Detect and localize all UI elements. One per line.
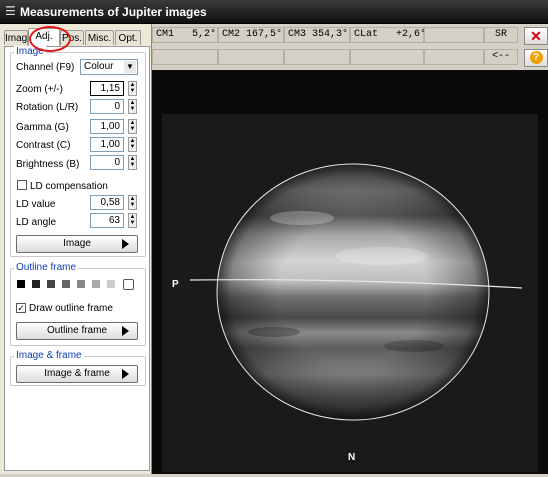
outline-color-swatch[interactable] (77, 280, 85, 288)
tab-image[interactable]: Imag. (4, 30, 30, 45)
ld-angle-label: LD angle (16, 217, 57, 228)
play-arrow-icon (122, 369, 129, 379)
tab-options[interactable]: Opt. (115, 30, 141, 45)
window-title: Measurements of Jupiter images (20, 5, 207, 19)
contrast-spinner[interactable]: ▲ ▼ (128, 137, 137, 152)
gamma-spinner[interactable]: ▲ ▼ (128, 119, 137, 134)
outline-color-swatch[interactable] (32, 280, 40, 288)
zoom-spinner[interactable]: ▲ ▼ (128, 81, 137, 96)
draw-outline-checkbox[interactable]: ✓ (16, 303, 26, 313)
clat-readout: CLat +2,6° (350, 27, 426, 43)
back-button[interactable]: <-- (484, 49, 518, 65)
outline-color-swatch[interactable] (47, 280, 55, 288)
outline-color-swatch[interactable] (107, 280, 115, 288)
brightness-spinner[interactable]: ▲ ▼ (128, 155, 137, 170)
image-frame-apply-button[interactable]: Image & frame (16, 365, 138, 383)
title-bar: ☰ Measurements of Jupiter images (0, 0, 548, 24)
status-empty-3 (218, 49, 284, 65)
image-group-title: Image (14, 46, 46, 57)
ld-value-spinner[interactable]: ▲ ▼ (128, 195, 137, 210)
ld-angle-input[interactable]: 63 (90, 213, 124, 228)
jupiter-image-canvas[interactable] (152, 70, 548, 474)
status-empty-6 (424, 49, 484, 65)
outline-color-swatch[interactable] (92, 280, 100, 288)
ld-compensation-label: LD compensation (30, 181, 108, 192)
cm2-readout: CM2 167,5° (218, 27, 284, 43)
outline-apply-label: Outline frame (46, 325, 108, 336)
pole-p-label: P (172, 279, 179, 290)
gamma-label: Gamma (G) (16, 122, 69, 133)
outline-group-title: Outline frame (14, 262, 79, 273)
tab-adjust[interactable]: Adj. (28, 28, 60, 46)
outline-custom-color[interactable] (123, 279, 134, 290)
brightness-input[interactable]: 0 (90, 155, 124, 170)
app-window-icon: ☰ (5, 4, 16, 18)
ld-angle-spinner[interactable]: ▲ ▼ (128, 213, 137, 228)
zoom-input[interactable]: 1,15 (90, 81, 124, 96)
ld-value-label: LD value (16, 199, 56, 210)
tab-misc[interactable]: Misc. (85, 30, 114, 45)
outline-color-swatch[interactable] (17, 280, 25, 288)
chevron-down-icon[interactable]: ▼ (124, 61, 136, 73)
channel-label: Channel (F9) (16, 62, 75, 73)
status-empty-4 (284, 49, 350, 65)
outline-apply-button[interactable]: Outline frame (16, 322, 138, 340)
tab-position[interactable]: Pos. (60, 30, 84, 45)
ld-compensation-checkbox[interactable] (17, 180, 27, 190)
sr-button[interactable]: SR (484, 27, 518, 43)
outline-color-swatch[interactable] (62, 280, 70, 288)
image-frame-apply-label: Image & frame (44, 368, 110, 379)
image-apply-label: Image (63, 238, 91, 249)
channel-value: Colour (84, 61, 114, 72)
brightness-label: Brightness (B) (16, 159, 80, 170)
contrast-input[interactable]: 1,00 (90, 137, 124, 152)
image-apply-button[interactable]: Image (16, 235, 138, 253)
ld-value-input[interactable]: 0,58 (90, 195, 124, 210)
status-empty-1 (424, 27, 484, 43)
jupiter-image (162, 114, 538, 472)
rotation-label: Rotation (L/R) (16, 102, 79, 113)
cm3-readout: CM3 354,3° (284, 27, 350, 43)
play-arrow-icon (122, 326, 129, 336)
status-empty-5 (350, 49, 424, 65)
status-empty-2 (152, 49, 218, 65)
zoom-label: Zoom (+/-) (16, 84, 63, 95)
rotation-spinner[interactable]: ▲ ▼ (128, 99, 137, 114)
help-question-icon[interactable]: ? (524, 49, 548, 67)
draw-outline-label: Draw outline frame (29, 303, 113, 314)
rotation-input[interactable]: 0 (90, 99, 124, 114)
contrast-label: Contrast (C) (16, 140, 71, 151)
close-x-icon[interactable]: ✕ (524, 27, 548, 45)
image-frame-group-title: Image & frame (14, 350, 84, 361)
cm1-readout: CM1 5,2° (152, 27, 218, 43)
north-n-label: N (348, 452, 356, 463)
channel-select[interactable]: Colour ▼ (80, 59, 138, 75)
tab-strip: Imag. Adj. Pos. Misc. Opt. (4, 26, 150, 52)
gamma-input[interactable]: 1,00 (90, 119, 124, 134)
play-arrow-icon (122, 239, 129, 249)
